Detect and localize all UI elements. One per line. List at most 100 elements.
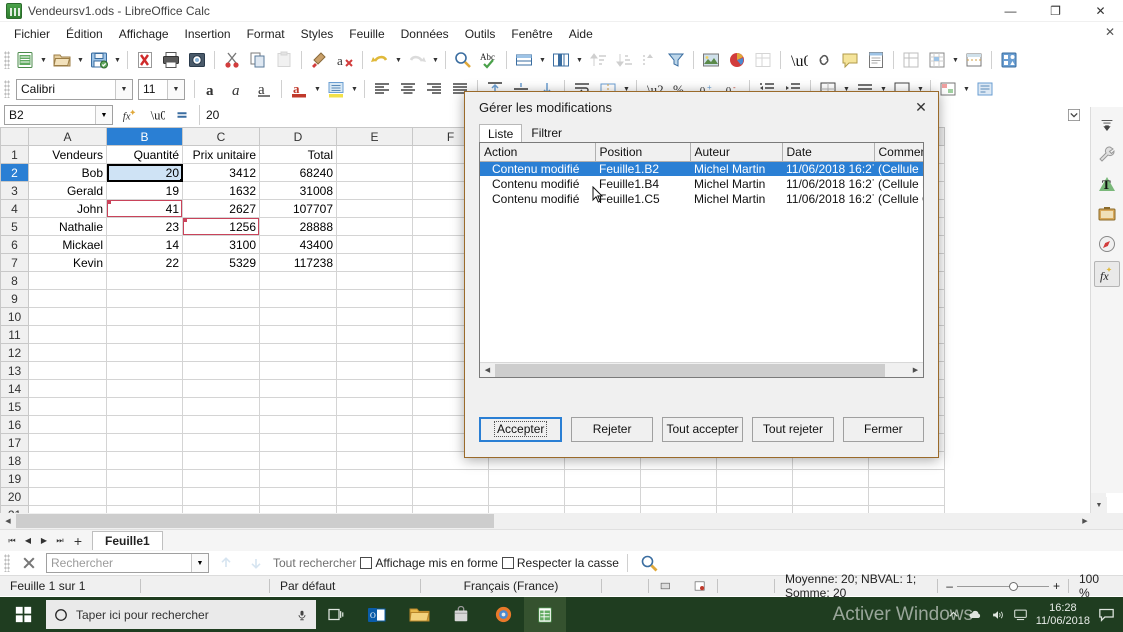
cell-I20[interactable] [640, 487, 717, 506]
row-header-10[interactable]: 10 [0, 307, 29, 326]
cell-A17[interactable] [28, 433, 107, 452]
styles-sidebar-icon[interactable] [972, 76, 998, 102]
cell-C19[interactable] [182, 469, 260, 488]
previous-sheet-icon[interactable]: ◀ [20, 532, 36, 550]
start-button-icon[interactable] [0, 597, 46, 632]
row-icon[interactable] [511, 47, 537, 73]
row-header-12[interactable]: 12 [0, 343, 29, 362]
selection-mode-icon[interactable] [649, 576, 683, 597]
insert-comment-icon[interactable] [837, 47, 863, 73]
cell-B17[interactable] [106, 433, 183, 452]
cell-I21[interactable] [640, 505, 717, 513]
cell-H20[interactable] [564, 487, 641, 506]
cell-E15[interactable] [336, 397, 413, 416]
cell-E12[interactable] [336, 343, 413, 362]
close-find-toolbar-icon[interactable] [16, 550, 42, 576]
dialog-close-icon[interactable]: ✕ [908, 95, 934, 119]
print-icon[interactable] [158, 47, 184, 73]
taskbar-explorer-icon[interactable] [398, 597, 440, 632]
cell-F20[interactable] [412, 487, 489, 506]
toolbar-grip[interactable] [4, 51, 10, 69]
cell-B8[interactable] [106, 271, 183, 290]
align-right-icon[interactable] [421, 76, 447, 102]
font-name-dropdown-icon[interactable]: ▼ [115, 79, 132, 99]
menu-donnees[interactable]: Données [393, 24, 457, 44]
cell-D19[interactable] [259, 469, 337, 488]
row-header-18[interactable]: 18 [0, 451, 29, 470]
redo-icon[interactable] [404, 47, 430, 73]
column-icon[interactable] [548, 47, 574, 73]
cell-E1[interactable] [336, 145, 413, 164]
changes-scroll-thumb[interactable] [495, 364, 885, 377]
font-color-icon[interactable]: a [286, 76, 312, 102]
close-document-button[interactable]: ✕ [1105, 25, 1115, 39]
row-header-13[interactable]: 13 [0, 361, 29, 380]
cell-A19[interactable] [28, 469, 107, 488]
cell-A3[interactable]: Gerald [28, 181, 107, 200]
show-draw-functions-icon[interactable] [996, 47, 1022, 73]
cell-M20[interactable] [868, 487, 945, 506]
underline-icon[interactable]: a [251, 76, 277, 102]
changes-row[interactable]: Contenu modifié Feuille1.C5 Michel Marti… [480, 191, 923, 206]
changes-row[interactable]: Contenu modifié Feuille1.B4 Michel Marti… [480, 176, 923, 191]
first-sheet-icon[interactable]: ⏮ [4, 532, 20, 550]
volume-icon[interactable] [991, 608, 1005, 622]
cell-C17[interactable] [182, 433, 260, 452]
cell-E19[interactable] [336, 469, 413, 488]
dialog-tab-filtrer[interactable]: Filtrer [522, 123, 571, 142]
dialog-tab-liste[interactable]: Liste [479, 124, 523, 143]
cell-A4[interactable]: John [28, 199, 107, 218]
changes-col-auteur[interactable]: Auteur [690, 143, 783, 162]
cell-D13[interactable] [259, 361, 337, 380]
cell-B7[interactable]: 22 [106, 253, 183, 272]
cell-G20[interactable] [488, 487, 565, 506]
changes-scroll-right-icon[interactable]: ▶ [908, 363, 923, 378]
row-header-1[interactable]: 1 [0, 145, 29, 164]
cell-E13[interactable] [336, 361, 413, 380]
scroll-down-icon[interactable]: ▼ [1091, 497, 1107, 513]
define-print-area-icon[interactable] [924, 47, 950, 73]
cell-B13[interactable] [106, 361, 183, 380]
cell-A20[interactable] [28, 487, 107, 506]
cell-D12[interactable] [259, 343, 337, 362]
changes-col-action[interactable]: Action [480, 143, 596, 162]
formatted-display-checkbox-box[interactable] [360, 557, 373, 569]
page-style-status[interactable]: Par défaut [270, 576, 420, 597]
function-wizard-icon[interactable]: fx [117, 102, 143, 128]
cell-B1[interactable]: Quantité [106, 145, 183, 164]
insert-chart-icon[interactable] [724, 47, 750, 73]
cell-D11[interactable] [259, 325, 337, 344]
changes-col-date[interactable]: Date [782, 143, 875, 162]
column-header-c[interactable]: C [182, 127, 260, 146]
cell-B19[interactable] [106, 469, 183, 488]
cell-C9[interactable] [182, 289, 260, 308]
horizontal-scrollbar[interactable]: ◀ ▶ [0, 513, 1123, 529]
special-character-icon[interactable]: \u03A9 [785, 47, 811, 73]
zoom-slider-knob[interactable] [1008, 581, 1018, 591]
cell-D20[interactable] [259, 487, 337, 506]
cell-D17[interactable] [259, 433, 337, 452]
cell-A18[interactable] [28, 451, 107, 470]
cell-F21[interactable] [412, 505, 489, 513]
accept-all-button[interactable]: Tout accepter [661, 416, 744, 442]
copy-icon[interactable] [245, 47, 271, 73]
changes-body[interactable]: Contenu modifié Feuille1.B2 Michel Marti… [480, 161, 923, 206]
redo-dropdown-icon[interactable]: ▼ [430, 47, 441, 73]
cell-A1[interactable]: Vendeurs [28, 145, 107, 164]
close-window-button[interactable]: ✕ [1078, 0, 1123, 22]
new-document-icon[interactable] [12, 47, 38, 73]
row-header-15[interactable]: 15 [0, 397, 29, 416]
cell-A12[interactable] [28, 343, 107, 362]
cell-C12[interactable] [182, 343, 260, 362]
cell-B11[interactable] [106, 325, 183, 344]
row-header-5[interactable]: 5 [0, 217, 29, 236]
horizontal-scroll-thumb[interactable] [16, 514, 494, 528]
sort-ascending-icon[interactable] [585, 47, 611, 73]
row-header-16[interactable]: 16 [0, 415, 29, 434]
sidebar-properties-icon[interactable] [1094, 141, 1120, 167]
cell-B21[interactable] [106, 505, 183, 513]
row-header-17[interactable]: 17 [0, 433, 29, 452]
row-header-11[interactable]: 11 [0, 325, 29, 344]
onedrive-icon[interactable] [968, 608, 983, 622]
italic-icon[interactable]: a [225, 76, 251, 102]
